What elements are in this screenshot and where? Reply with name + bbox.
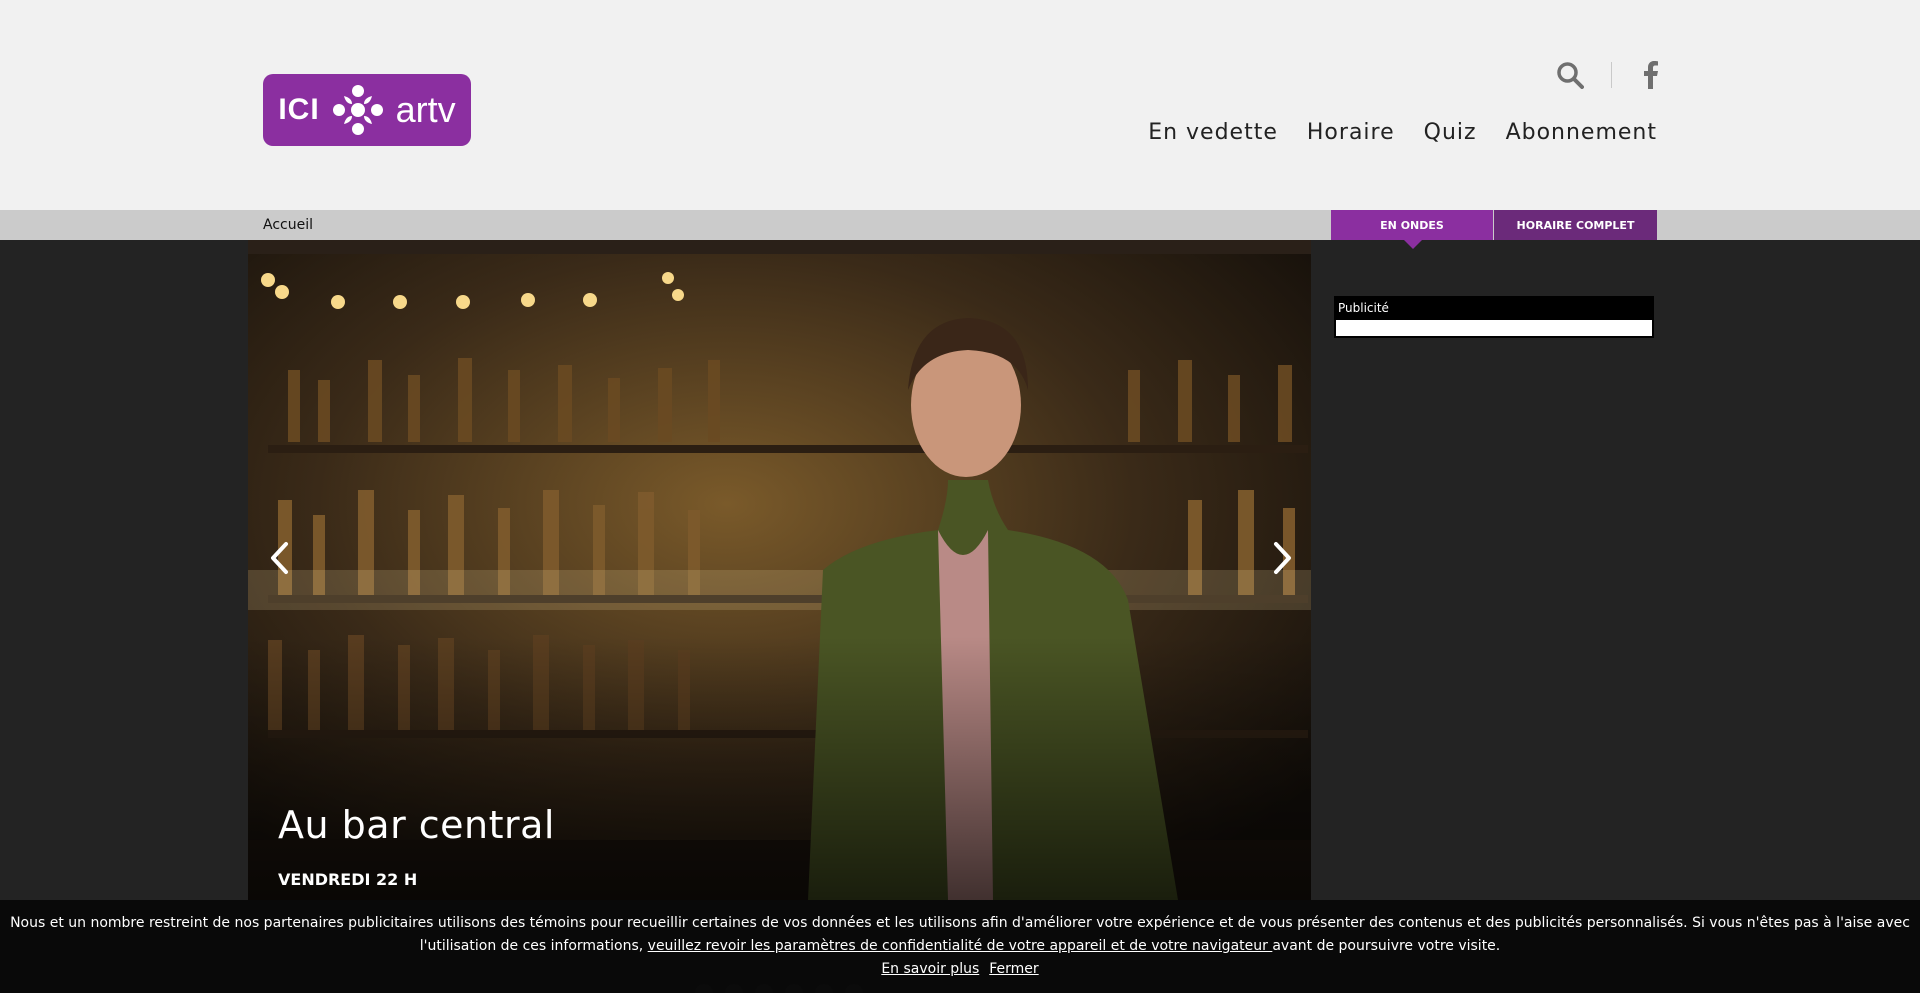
nav-item-quiz[interactable]: Quiz [1424, 120, 1477, 145]
breadcrumb-home[interactable]: Accueil [263, 217, 313, 233]
logo-ici-text: ICI [278, 93, 320, 126]
ici-artv-logo[interactable]: ICI artv [263, 74, 471, 146]
close-cookie-link[interactable]: Fermer [989, 958, 1038, 981]
breadcrumb-strip: Accueil EN ONDES HORAIRE COMPLET [0, 210, 1920, 240]
cookie-banner: Nous et un nombre restreint de nos parte… [0, 900, 1920, 993]
carousel-prev-icon[interactable] [268, 540, 292, 576]
privacy-settings-link[interactable]: veuillez revoir les paramètres de confid… [648, 938, 1273, 954]
cookie-message: Nous et un nombre restreint de nos parte… [0, 912, 1920, 958]
hero-image [248, 240, 1311, 900]
header-icon-divider [1611, 62, 1612, 88]
search-icon[interactable] [1556, 61, 1584, 89]
ad-slot[interactable] [1336, 320, 1652, 336]
ad-label: Publicité [1338, 301, 1389, 315]
cookie-text-end: avant de poursuivre votre visite. [1272, 938, 1501, 954]
site-header: ICI artv En vedette Horaire Quiz Abonnem… [0, 0, 1920, 210]
learn-more-link[interactable]: En savoir plus [881, 958, 979, 981]
facebook-icon[interactable] [1640, 61, 1660, 89]
hero-carousel[interactable] [248, 240, 1311, 900]
main-content: Au bar central VENDREDI 22 H Publicité [0, 240, 1920, 993]
hero-show-time: VENDREDI 22 H [278, 870, 418, 889]
tab-en-ondes[interactable]: EN ONDES [1331, 210, 1493, 240]
nav-item-abonnement[interactable]: Abonnement [1506, 120, 1657, 145]
nav-item-horaire[interactable]: Horaire [1307, 120, 1395, 145]
cookie-actions: En savoir plus Fermer [0, 958, 1920, 981]
radio-canada-gem-icon [332, 85, 383, 135]
hero-show-title[interactable]: Au bar central [278, 803, 555, 847]
nav-item-en-vedette[interactable]: En vedette [1148, 120, 1278, 145]
ad-box: Publicité [1334, 296, 1654, 338]
logo-artv-text: artv [395, 89, 456, 130]
tab-horaire-complet[interactable]: HORAIRE COMPLET [1494, 210, 1657, 240]
main-nav: En vedette Horaire Quiz Abonnement [1148, 120, 1657, 145]
carousel-next-icon[interactable] [1270, 540, 1294, 576]
active-tab-pointer [1404, 240, 1422, 249]
